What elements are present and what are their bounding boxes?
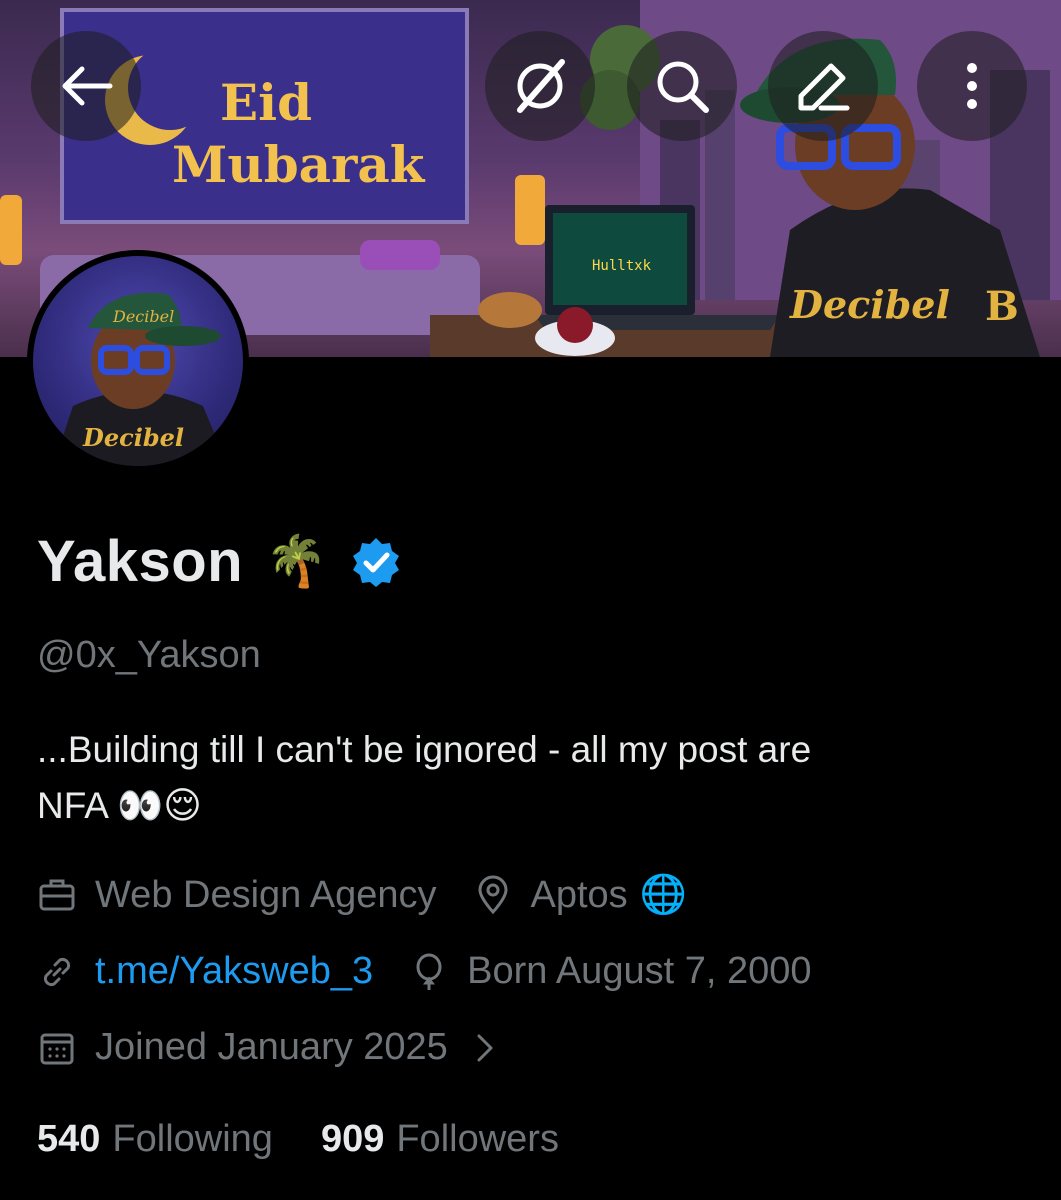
avatar-jacket-text: Decibel xyxy=(82,423,184,452)
balloon-icon xyxy=(416,953,442,990)
website-link[interactable]: t.me/Yaksweb_3 xyxy=(95,950,373,993)
more-vertical-icon xyxy=(967,63,977,109)
more-button[interactable] xyxy=(917,31,1027,141)
avatar-cap-text: Decibel xyxy=(112,307,174,326)
following-count[interactable]: 540 xyxy=(37,1118,100,1161)
profile-handle: @0x_Yakson xyxy=(37,634,261,676)
verified-badge-icon[interactable] xyxy=(349,535,403,589)
birthday-text: Born August 7, 2000 xyxy=(467,950,812,992)
avatar-illustration: Decibel Decibel xyxy=(53,292,228,466)
search-icon xyxy=(657,61,709,113)
birthday-item: Born August 7, 2000 xyxy=(409,950,811,993)
calendar-icon xyxy=(40,1033,74,1064)
profile-name: Yakson xyxy=(37,529,244,594)
search-button[interactable] xyxy=(627,31,737,141)
profile-meta-row-1: Web Design Agency Aptos 🌐 xyxy=(37,873,723,917)
website-item[interactable]: t.me/Yaksweb_3 xyxy=(37,950,373,993)
profile-avatar[interactable]: Decibel Decibel xyxy=(27,250,249,472)
grok-button[interactable] xyxy=(485,31,595,141)
location-pin-icon xyxy=(477,875,508,915)
banner-laptop-text: Hulltxk xyxy=(592,258,652,274)
profile-bio: ...Building till I can't be ignored - al… xyxy=(37,722,1027,834)
profile-meta-row-2: t.me/Yaksweb_3 Born August 7, 2000 xyxy=(37,950,847,993)
joined-item[interactable]: Joined January 2025 xyxy=(37,1026,518,1069)
banner-sign-line1: Eid xyxy=(220,73,312,132)
back-arrow-icon xyxy=(62,66,113,106)
category-item: Web Design Agency xyxy=(37,874,437,917)
banner-sign-line2: Mubarak xyxy=(172,135,426,194)
location-item: Aptos 🌐 xyxy=(473,873,687,917)
following-label[interactable]: Following xyxy=(112,1118,273,1161)
category-text: Web Design Agency xyxy=(95,873,437,916)
bio-line-2: NFA 👀😌 xyxy=(37,785,202,826)
globe-emoji: 🌐 xyxy=(639,874,687,916)
briefcase-icon xyxy=(39,879,75,911)
banner-jacket-letter: B xyxy=(985,283,1019,330)
joined-text: Joined January 2025 xyxy=(95,1026,448,1068)
followers-label[interactable]: Followers xyxy=(396,1118,559,1161)
chevron-right-icon xyxy=(477,1034,493,1061)
edit-button[interactable] xyxy=(768,31,878,141)
grok-icon xyxy=(517,59,565,113)
link-icon xyxy=(43,957,71,986)
profile-name-row: Yakson 🌴 xyxy=(37,528,403,595)
profile-stats: 540 Following 909 Followers xyxy=(37,1118,607,1161)
location-text: Aptos xyxy=(530,873,628,916)
profile-meta-row-3[interactable]: Joined January 2025 xyxy=(37,1026,554,1069)
followers-count[interactable]: 909 xyxy=(321,1118,384,1161)
back-button[interactable] xyxy=(31,31,141,141)
banner-jacket-text: Decibel xyxy=(789,282,950,327)
palm-tree-emoji: 🌴 xyxy=(265,533,328,589)
bio-line-1: ...Building till I can't be ignored - al… xyxy=(37,729,812,770)
edit-icon xyxy=(798,63,850,111)
